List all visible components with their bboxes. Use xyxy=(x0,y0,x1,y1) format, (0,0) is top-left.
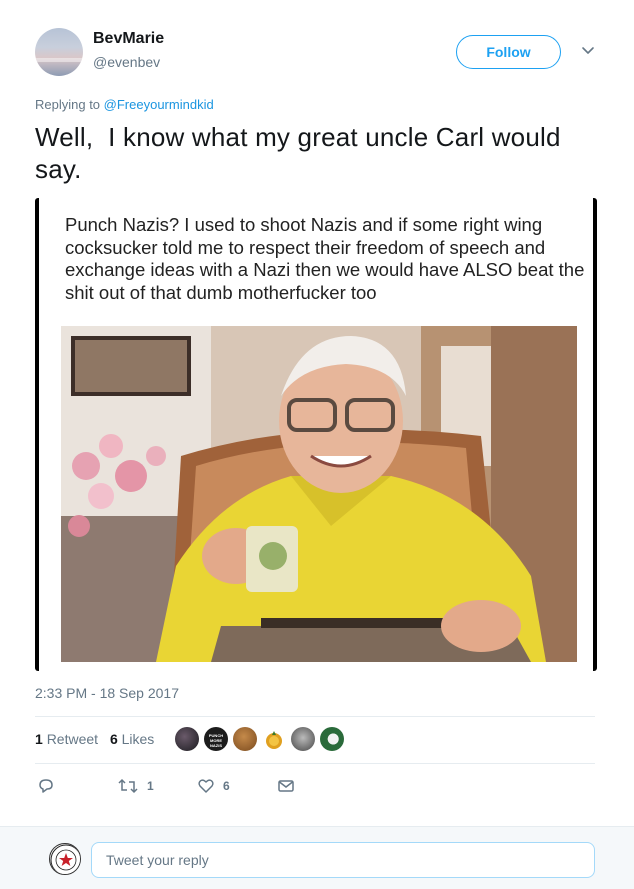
heart-icon xyxy=(198,779,214,793)
divider xyxy=(35,763,595,764)
replying-to-link[interactable]: @Freeyourmindkid xyxy=(104,97,214,112)
liker-avatar[interactable] xyxy=(233,727,257,751)
like-stat-label: Likes xyxy=(121,731,155,747)
star-badge-icon xyxy=(50,844,80,874)
liker-avatar[interactable] xyxy=(291,727,315,751)
liker-avatar[interactable] xyxy=(320,727,344,751)
like-action-count: 6 xyxy=(223,779,230,793)
retweet-stat[interactable]: 1 Retweet xyxy=(35,731,98,747)
reply-action[interactable] xyxy=(37,775,55,797)
retweet-stat-label: Retweet xyxy=(46,731,99,747)
tweet-stats: 1 Retweet 6 Likes xyxy=(35,731,162,747)
retweet-action[interactable]: 1 xyxy=(117,775,154,797)
tweet-header: BevMarie @evenbev Follow xyxy=(35,28,605,78)
reply-icon xyxy=(39,779,53,793)
retweet-icon xyxy=(118,778,138,794)
like-stat-count: 6 xyxy=(109,731,118,747)
liker-avatar-text: PUNCH MORE NAZIS xyxy=(208,733,224,748)
replying-to: Replying to @Freeyourmindkid xyxy=(35,97,214,112)
meme-photo xyxy=(61,326,577,662)
like-stat[interactable]: 6 Likes xyxy=(110,731,154,747)
follow-button[interactable]: Follow xyxy=(456,35,561,69)
retweet-stat-count: 1 xyxy=(35,731,43,747)
liker-avatar[interactable]: PUNCH MORE NAZIS xyxy=(204,727,228,751)
user-avatar[interactable] xyxy=(35,28,83,76)
retweet-action-count: 1 xyxy=(147,779,154,793)
liker-avatar[interactable] xyxy=(175,727,199,751)
meme-caption: Punch Nazis? I used to shoot Nazis and i… xyxy=(65,214,585,303)
reply-input[interactable]: Tweet your reply xyxy=(91,842,595,878)
envelope-icon xyxy=(278,780,294,792)
chevron-down-icon[interactable] xyxy=(580,42,596,58)
tweet-timestamp[interactable]: 2:33 PM - 18 Sep 2017 xyxy=(35,685,179,701)
replying-to-label: Replying to xyxy=(35,97,101,112)
reply-bar: Tweet your reply xyxy=(0,826,634,889)
tweet-media[interactable]: Punch Nazis? I used to shoot Nazis and i… xyxy=(35,198,597,671)
liker-avatar[interactable] xyxy=(262,727,286,751)
tweet-text: Well, I know what my great uncle Carl wo… xyxy=(35,122,569,184)
like-action[interactable]: 6 xyxy=(197,775,230,797)
direct-message-action[interactable] xyxy=(277,775,295,797)
display-name[interactable]: BevMarie xyxy=(93,30,164,48)
current-user-avatar[interactable] xyxy=(49,843,81,875)
tweet-actions: 1 6 xyxy=(35,775,335,797)
user-handle[interactable]: @evenbev xyxy=(93,54,160,70)
divider xyxy=(35,716,595,717)
